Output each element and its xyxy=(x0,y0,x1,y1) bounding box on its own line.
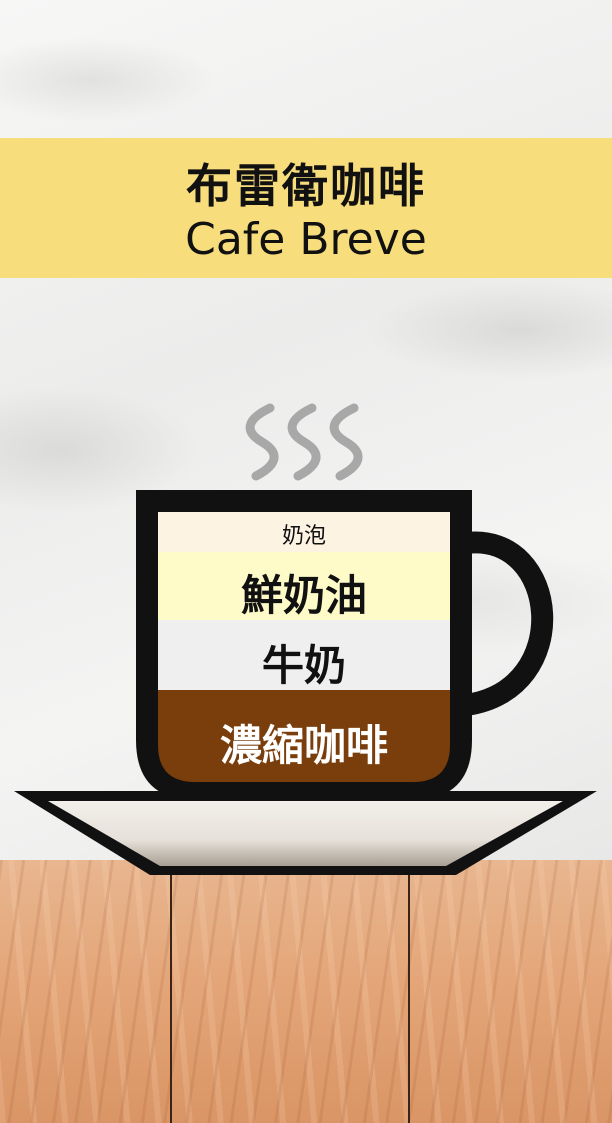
steam-icon xyxy=(245,403,363,481)
layer-label-foam: 奶泡 xyxy=(281,524,326,549)
layer-label-espresso: 濃縮咖啡 xyxy=(219,721,388,770)
cup-handle xyxy=(464,531,554,716)
layer-label-cream: 鮮奶油 xyxy=(240,571,367,620)
cafe-breve-diagram: 布雷衛咖啡 Cafe Breve 奶泡 鮮奶油 牛奶 濃縮咖啡 xyxy=(0,0,612,1123)
layer-label-milk: 牛奶 xyxy=(261,641,346,690)
saucer-icon xyxy=(14,791,597,875)
